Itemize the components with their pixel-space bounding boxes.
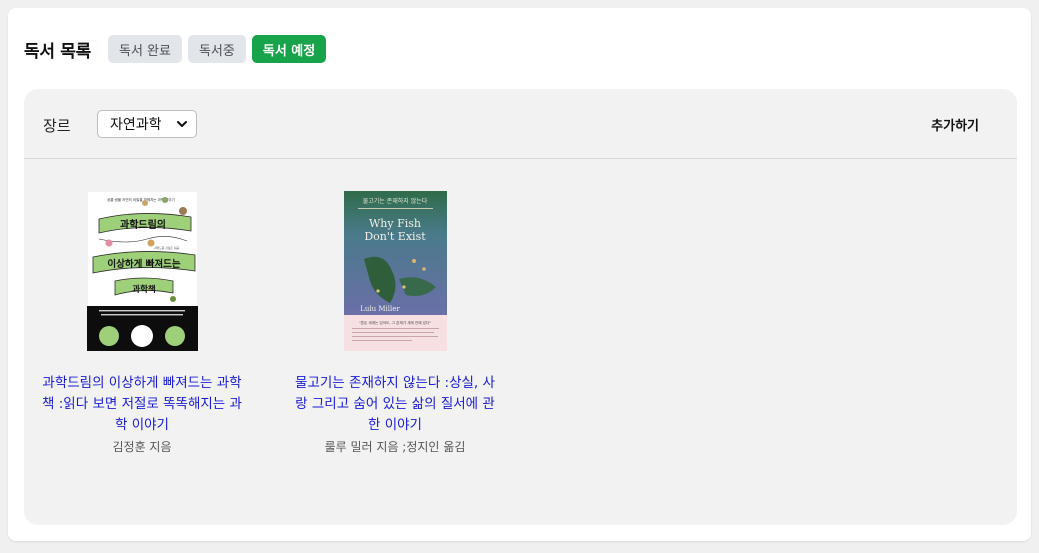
- book-item: 물고기는 존재하지 않는다 Why Fish Don't Exist Lulu …: [290, 191, 500, 455]
- genre-select[interactable]: 자연과학: [97, 110, 197, 138]
- book-author: 김정훈 지음: [112, 440, 172, 454]
- tab-finished[interactable]: 독서 완료: [107, 35, 182, 63]
- genre-select-value: 자연과학: [110, 117, 162, 133]
- cover-kr-title: 물고기는 존재하지 않는다: [362, 197, 427, 205]
- cover-line3: 과학책: [132, 284, 156, 295]
- page-title: 독서 목록: [24, 41, 91, 62]
- cover-blurb: "혼돈 세계는 있어도, 그 존재가 세계 안에 있다": [359, 320, 431, 325]
- book-author: 룰루 밀러 지음 ;정지인 옮김: [324, 440, 466, 454]
- chevron-down-icon: [177, 121, 187, 127]
- tab-planned[interactable]: 독서 예정: [251, 35, 327, 63]
- reading-list-card: 독서 목록 독서 완료 독서중 독서 예정 장르 자연과학 추가하기 공룡·생물…: [8, 8, 1031, 541]
- header: 독서 목록 독서 완료 독서중 독서 예정: [24, 35, 332, 63]
- book-cover[interactable]: 물고기는 존재하지 않는다 Why Fish Don't Exist Lulu …: [343, 191, 447, 351]
- book-title[interactable]: 과학드림의 이상하게 빠져드는 과학책 :읽다 보면 저절로 똑똑해지는 과학 …: [37, 373, 247, 436]
- cover-line2: 이상하게 빠져드는: [107, 258, 180, 270]
- book-title[interactable]: 물고기는 존재하지 않는다 :상실, 사랑 그리고 숨어 있는 삶의 질서에 관…: [290, 373, 500, 436]
- book-cover[interactable]: 공룡·생물·자연의 비밀을 파헤치는 과학 이야기 과학드림의 이상하게 빠져드…: [86, 191, 198, 351]
- tab-reading[interactable]: 독서중: [187, 35, 246, 63]
- cover-author-small: 과학드림 김정훈 지음: [154, 246, 179, 250]
- toolbar: 장르 자연과학 추가하기: [24, 89, 1017, 159]
- cover-en-line2: Don't Exist: [364, 230, 426, 243]
- genre-label: 장르: [43, 117, 71, 135]
- book-panel: 장르 자연과학 추가하기 공룡·생물·자연의 비밀을 파헤치는 과학 이야기 과…: [24, 89, 1017, 525]
- cover-author-en: Lulu Miller: [360, 305, 400, 313]
- cover-en-line1: Why Fish: [369, 217, 421, 230]
- cover-line1: 과학드림의: [120, 218, 166, 231]
- book-item: 공룡·생물·자연의 비밀을 파헤치는 과학 이야기 과학드림의 이상하게 빠져드…: [37, 191, 247, 455]
- add-button[interactable]: 추가하기: [931, 115, 979, 134]
